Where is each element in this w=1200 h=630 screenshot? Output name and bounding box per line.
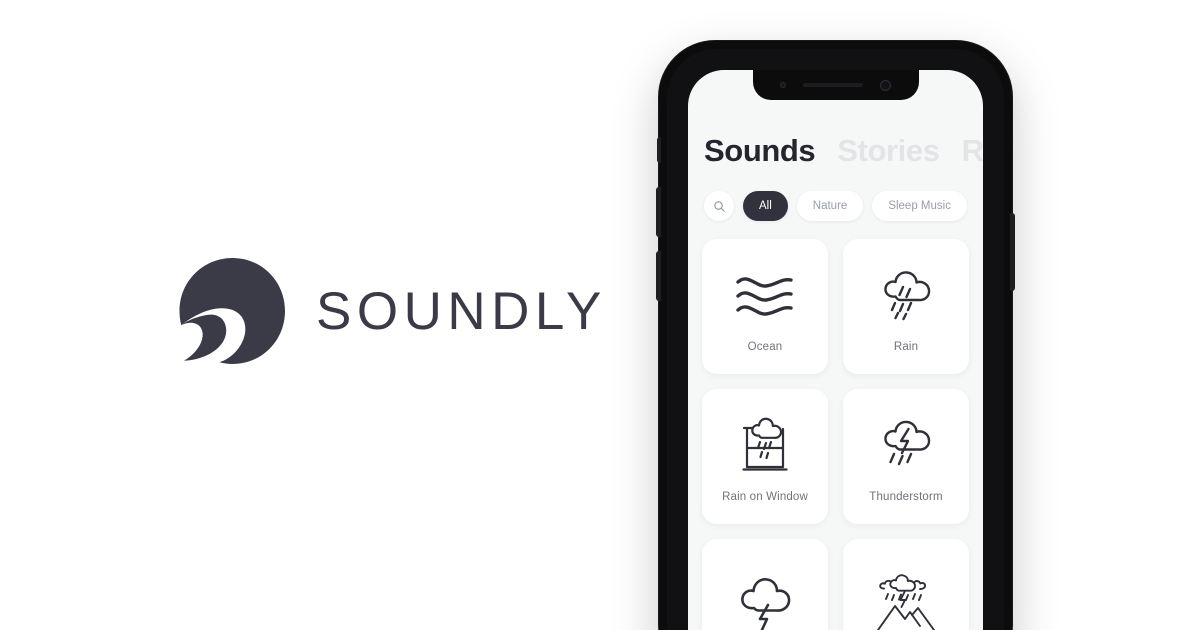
tab-bar: Sounds Stories R: [702, 133, 983, 168]
brand-wordmark: SOUNDLY: [316, 281, 607, 341]
sound-card-label: Ocean: [747, 340, 783, 353]
phone-notch: [752, 70, 919, 100]
phone-screen: Sounds Stories R All Nature Sleep Music …: [688, 70, 983, 630]
proximity-sensor-dot-icon: [780, 82, 786, 88]
front-camera-lens-icon: [880, 79, 891, 91]
lightning-cloud-icon: [735, 567, 795, 630]
page-canvas: SOUNDLY Sounds Stories R All Nature Slee…: [0, 0, 1200, 630]
filter-pill-all[interactable]: All: [743, 191, 788, 222]
app-content: Sounds Stories R All Nature Sleep Music …: [688, 70, 983, 630]
sound-card-rain[interactable]: Rain: [843, 239, 969, 375]
phone-mockup: Sounds Stories R All Nature Sleep Music …: [656, 41, 1015, 630]
search-button[interactable]: [704, 191, 734, 222]
tab-relax[interactable]: R: [962, 133, 983, 168]
sound-card-label: Rain on Window: [722, 490, 808, 503]
tab-stories[interactable]: Stories: [837, 133, 940, 168]
thunderstorm-cloud-icon: [877, 411, 935, 481]
sound-grid: Ocean Rain Rain on Window Thunderstorm: [702, 239, 969, 630]
brand-lockup: SOUNDLY: [176, 255, 607, 367]
rain-cloud-icon: [877, 261, 935, 331]
sound-card-lightning[interactable]: [702, 539, 828, 630]
tab-sounds[interactable]: Sounds: [704, 133, 816, 168]
search-icon: [713, 200, 725, 212]
rain-on-window-icon: [738, 411, 792, 481]
sound-card-thunderstorm[interactable]: Thunderstorm: [843, 389, 969, 525]
ocean-waves-icon: [734, 261, 796, 331]
sound-card-mountain-storm[interactable]: [843, 539, 969, 630]
earpiece-speaker-grille-icon: [803, 83, 863, 87]
soundly-swoosh-mark-icon: [179, 258, 285, 364]
mute-switch[interactable]: [657, 137, 661, 163]
volume-down-button[interactable]: [656, 251, 661, 301]
sound-card-label: Thunderstorm: [869, 490, 943, 503]
storm-over-mountains-icon: [874, 567, 938, 630]
sound-card-label: Rain: [893, 340, 919, 353]
power-button[interactable]: [1010, 213, 1015, 291]
sound-card-ocean[interactable]: Ocean: [702, 239, 828, 375]
filter-pill-sleep-music[interactable]: Sleep Music: [872, 191, 967, 222]
filter-bar: All Nature Sleep Music: [702, 191, 969, 222]
filter-pill-nature[interactable]: Nature: [796, 191, 864, 222]
phone-bezel: Sounds Stories R All Nature Sleep Music …: [667, 49, 1004, 630]
volume-up-button[interactable]: [656, 187, 661, 237]
sound-card-rain-on-window[interactable]: Rain on Window: [702, 389, 828, 525]
